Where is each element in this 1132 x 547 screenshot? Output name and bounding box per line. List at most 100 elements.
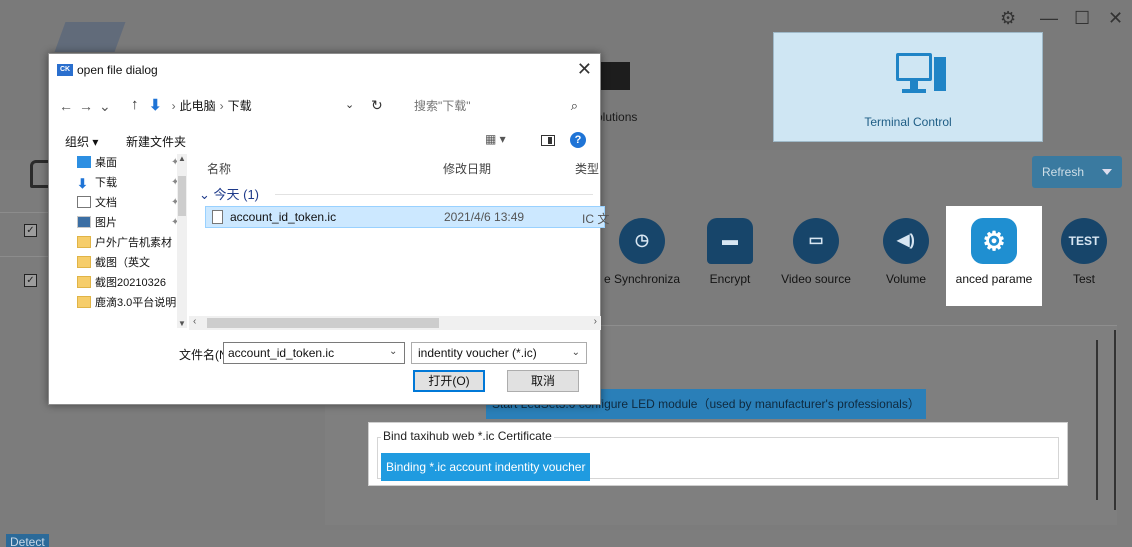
file-icon (212, 210, 223, 224)
device-checkbox[interactable]: ✓ (24, 224, 37, 237)
nav-item-folder[interactable]: 户外广告机素材 (77, 234, 187, 252)
func-test[interactable]: TEST Test (1040, 206, 1128, 306)
nav-item-label: 户外广告机素材 (95, 237, 172, 249)
document-icon (77, 196, 91, 208)
clock-sync-icon: ◷ (619, 218, 665, 264)
func-label: Encrypt (709, 272, 751, 286)
column-header-name[interactable]: 名称 (207, 160, 231, 177)
device-checkbox[interactable]: ✓ (24, 274, 37, 287)
open-button[interactable]: 打开(O) (413, 370, 485, 392)
nav-item-label: 桌面 (95, 157, 117, 169)
minimize-icon[interactable]: — (1040, 8, 1058, 29)
app-logo (54, 22, 126, 52)
group-divider (275, 194, 593, 195)
folder-icon (77, 276, 91, 288)
dialog-toolbar: 组织 ▾ 新建文件夹 ▦ ▾ ? (49, 130, 600, 152)
scroll-up-icon[interactable]: ▲ (178, 154, 186, 163)
close-icon[interactable]: ✕ (1108, 8, 1123, 29)
column-header-type[interactable]: 类型 (575, 160, 599, 177)
nav-solutions[interactable]: olutions (596, 48, 760, 140)
nav-terminal-control[interactable]: Terminal Control (773, 32, 1043, 142)
bind-voucher-button[interactable]: Binding *.ic account indentity voucher (381, 453, 591, 481)
download-icon: ⬇ (77, 176, 88, 191)
vertical-scrollbar[interactable] (1114, 330, 1116, 510)
func-label: Test (1072, 272, 1095, 286)
file-type-value: indentity voucher (*.ic) (418, 346, 537, 360)
filename-input[interactable] (223, 342, 405, 364)
view-options-icon[interactable]: ▦ ▾ (485, 132, 506, 146)
cancel-button[interactable]: 取消 (507, 370, 579, 392)
chevron-right-icon: › (219, 99, 224, 113)
nav-scrollbar[interactable]: ▲ ▼ (177, 154, 187, 328)
nav-item-documents[interactable]: 文档 ✦ (77, 194, 187, 212)
nav-item-folder[interactable]: 截图（英文 (77, 254, 187, 272)
nav-item-label: 鹿滴3.0平台说明 (95, 297, 177, 309)
file-date: 2021/4/6 13:49 (444, 210, 525, 224)
dialog-buttons: 打开(O) 取消 (49, 370, 600, 394)
nav-item-desktop[interactable]: 桌面 ✦ (77, 154, 187, 172)
nav-item-label: 下载 (95, 177, 117, 189)
new-folder-button[interactable]: 新建文件夹 (126, 133, 186, 150)
nav-item-pictures[interactable]: 图片 ✦ (77, 214, 187, 232)
settings-icon[interactable]: ⚙ (1000, 8, 1016, 29)
preview-pane-icon[interactable] (541, 135, 555, 146)
scroll-thumb[interactable] (178, 176, 186, 216)
func-label: Video source (781, 272, 851, 286)
bind-section-legend: Bind taxihub web *.ic Certificate (381, 429, 554, 443)
file-row[interactable]: account_id_token.ic 2021/4/6 13:49 IC 文 (205, 206, 609, 228)
refresh-label: Refresh (1042, 165, 1085, 179)
folder-icon (77, 256, 91, 268)
func-label: Volume (885, 272, 927, 286)
scroll-right-icon[interactable]: › (594, 316, 597, 327)
group-label: 今天 (1) (213, 187, 260, 202)
breadcrumb-item[interactable]: 下载 (228, 99, 252, 113)
dialog-titlebar: CK open file dialog ✕ (49, 54, 600, 88)
scroll-thumb[interactable] (207, 318, 439, 328)
nav-item-label: 截图（英文 (95, 257, 150, 269)
nav-item-label: 截图20210326 (95, 277, 166, 289)
back-forward-icons[interactable]: ←→⌄ (59, 98, 117, 115)
terminal-icon (896, 53, 946, 97)
nav-item-label: 图片 (95, 217, 117, 229)
file-type: IC 文 (582, 212, 610, 226)
lock-icon: ▬ (707, 218, 753, 264)
nav-item-folder[interactable]: 截图20210326 (77, 274, 187, 292)
nav-item-label: 文档 (95, 197, 117, 209)
scroll-left-icon[interactable]: ‹ (193, 316, 196, 327)
organize-menu[interactable]: 组织 ▾ (65, 133, 98, 150)
refresh-icon[interactable]: ↻ (371, 97, 383, 114)
breadcrumb-item[interactable]: 此电脑 (180, 99, 216, 113)
vertical-scrollbar[interactable] (1096, 340, 1098, 500)
chevron-down-icon[interactable]: ⌄ (389, 346, 397, 357)
func-video-source[interactable]: ▭ Video source (766, 206, 866, 306)
speaker-icon: ◀) (883, 218, 929, 264)
file-type-select[interactable]: indentity voucher (*.ic) ⌄ (411, 342, 587, 364)
refresh-button[interactable]: Refresh (1032, 156, 1122, 188)
func-advanced-params[interactable]: ⚙ anced parame (946, 206, 1042, 306)
close-icon[interactable]: ✕ (577, 59, 592, 80)
group-header[interactable]: ⌄ 今天 (1) (199, 184, 259, 203)
desktop-icon (77, 156, 91, 168)
horizontal-scrollbar[interactable]: ‹ › (189, 316, 601, 330)
help-icon[interactable]: ? (570, 132, 586, 148)
func-label: anced parame (955, 272, 1033, 286)
func-volume[interactable]: ◀) Volume (856, 206, 956, 306)
navigation-pane: 桌面 ✦ ⬇ 下载 ✦ 文档 ✦ 图片 ✦ 户外广告机素材 截图（英文 截图2021032… (71, 154, 187, 328)
up-arrow-icon[interactable]: ↑ (131, 96, 139, 113)
func-encrypt[interactable]: ▬ Encrypt (680, 206, 780, 306)
column-header-date[interactable]: 修改日期 (443, 160, 491, 177)
status-detect: Detect (6, 534, 49, 547)
scroll-down-icon[interactable]: ▼ (178, 319, 186, 328)
nav-item-downloads[interactable]: ⬇ 下载 ✦ (77, 174, 187, 192)
chevron-down-icon[interactable]: ⌄ (345, 98, 354, 111)
chevron-down-icon: ⌄ (571, 347, 580, 358)
search-input[interactable] (414, 95, 564, 117)
search-field[interactable]: ⌕ (405, 94, 585, 118)
maximize-icon[interactable]: ☐ (1074, 8, 1090, 29)
nav-item-folder[interactable]: 鹿滴3.0平台说明 (77, 294, 181, 312)
test-icon: TEST (1061, 218, 1107, 264)
play-icon (600, 62, 630, 90)
nav-solutions-label: olutions (596, 110, 638, 124)
folder-icon (77, 296, 91, 308)
file-list: 名称 修改日期 类型 ⌄ 今天 (1) account_id_token.ic … (189, 154, 609, 314)
